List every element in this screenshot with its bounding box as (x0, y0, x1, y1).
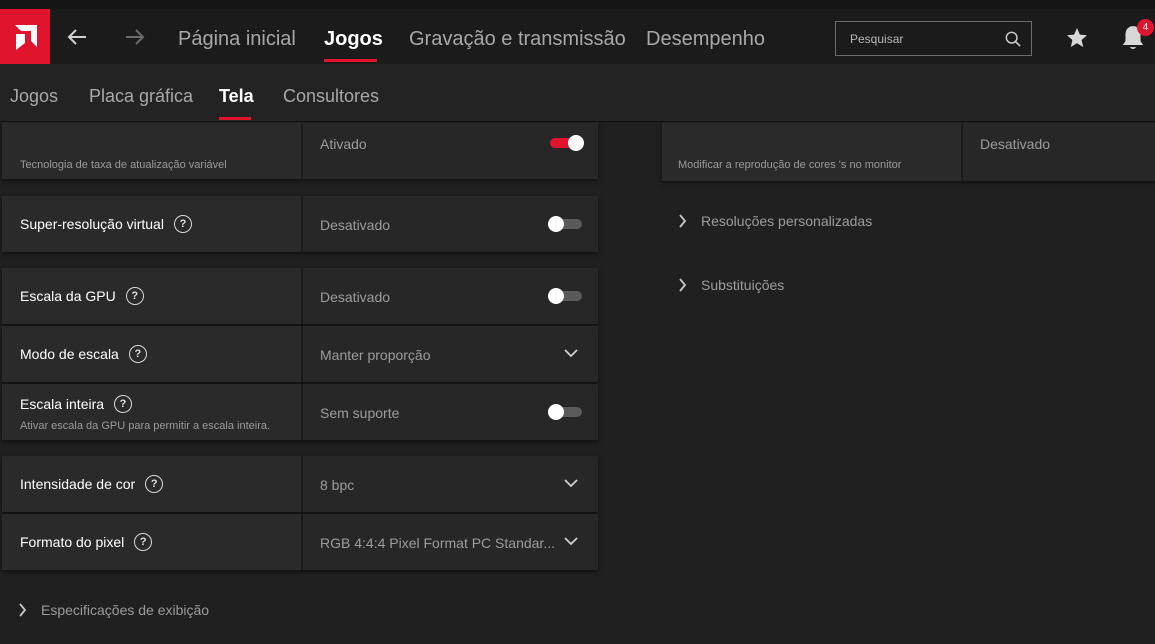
pixel-format-label: Formato do pixel (20, 534, 125, 550)
gpu-scaling-setting-row: Escala da GPU ? Desativado (2, 268, 598, 324)
chevron-right-icon (679, 214, 687, 228)
chevron-right-icon (19, 603, 27, 617)
color-depth-value: 8 bpc (320, 477, 355, 493)
arrow-left-icon (67, 29, 86, 45)
help-icon[interactable]: ? (173, 215, 192, 233)
gpu-scaling-value: Desativado (320, 289, 391, 305)
tab-recording-streaming[interactable]: Gravação e transmissão (409, 28, 626, 51)
freesync-setting-row: Tecnologia de taxa de atualização variáv… (2, 123, 598, 179)
arrow-right-icon (126, 29, 145, 45)
tab-performance[interactable]: Desempenho (646, 28, 765, 51)
search-icon[interactable] (1005, 30, 1021, 48)
pixel-format-setting-row: Formato do pixel ? RGB 4:4:4 Pixel Forma… (2, 514, 598, 570)
pixel-format-dropdown[interactable]: RGB 4:4:4 Pixel Format PC Standar... (303, 514, 598, 570)
freesync-value: Ativado (320, 136, 367, 152)
title-strip (0, 0, 1155, 9)
integer-scaling-value: Sem suporte (320, 405, 400, 421)
vsr-setting-row: Super-resolução virtual ? Desativado (2, 196, 598, 252)
color-depth-label: Intensidade de cor (20, 476, 136, 492)
display-specs-label: Especificações de exibição (41, 602, 210, 618)
chevron-down-icon (564, 537, 578, 546)
overrides-expander[interactable]: Substituições (678, 277, 784, 293)
scaling-mode-dropdown[interactable]: Manter proporção (303, 326, 598, 382)
scaling-mode-value: Manter proporção (320, 347, 431, 363)
subtab-games[interactable]: Jogos (10, 86, 58, 107)
display-settings-panel: Tecnologia de taxa de atualização variáv… (0, 123, 1155, 644)
chevron-down-icon (564, 349, 578, 358)
display-specs-expander[interactable]: Especificações de exibição (18, 602, 209, 618)
integer-scaling-description: Ativar escala da GPU para permitir a esc… (20, 420, 271, 432)
help-icon[interactable]: ? (145, 475, 164, 493)
help-icon[interactable]: ? (128, 345, 147, 363)
help-icon[interactable]: ? (114, 395, 133, 413)
gpu-scaling-toggle[interactable] (548, 288, 582, 304)
vsr-value: Desativado (320, 217, 391, 233)
back-button[interactable] (62, 22, 92, 52)
star-icon[interactable] (1064, 26, 1090, 50)
scaling-mode-label: Modo de escala (20, 346, 119, 362)
gpu-scaling-label: Escala da GPU (20, 288, 116, 304)
integer-scaling-label: Escala inteira (20, 396, 105, 412)
integer-scaling-setting-row: Escala inteira ? Ativar escala da GPU pa… (2, 384, 598, 440)
integer-scaling-toggle[interactable] (548, 404, 582, 420)
amd-logo[interactable] (0, 9, 50, 64)
pixel-format-value: RGB 4:4:4 Pixel Format PC Standar... (320, 535, 555, 551)
color-depth-setting-row: Intensidade de cor ? 8 bpc (2, 456, 598, 512)
notification-badge: 4 (1137, 19, 1154, 36)
vsr-toggle[interactable] (548, 216, 582, 232)
color-depth-dropdown[interactable]: 8 bpc (303, 456, 598, 512)
freesync-toggle[interactable] (550, 135, 584, 151)
custom-resolutions-expander[interactable]: Resoluções personalizadas (678, 213, 872, 229)
chevron-down-icon (564, 479, 578, 488)
subtab-advisors[interactable]: Consultores (283, 86, 379, 107)
search-box (835, 21, 1032, 56)
help-icon[interactable]: ? (125, 287, 144, 305)
subtab-graphics-card[interactable]: Placa gráfica (89, 86, 193, 107)
color-override-value: Desativado (980, 136, 1051, 152)
overrides-label: Substituições (701, 277, 785, 293)
scaling-mode-setting-row: Modo de escala ? Manter proporção (2, 326, 598, 382)
active-tab-indicator (324, 59, 377, 62)
amd-logo-icon (15, 24, 37, 50)
search-input[interactable] (850, 31, 1005, 46)
color-override-description: Modificar a reprodução de cores 's no mo… (678, 159, 902, 171)
color-override-setting-row: Modificar a reprodução de cores 's no mo… (662, 123, 1155, 181)
freesync-description: Tecnologia de taxa de atualização variáv… (20, 159, 227, 171)
vsr-label: Super-resolução virtual (20, 216, 164, 232)
tab-games[interactable]: Jogos (324, 28, 383, 51)
active-subtab-indicator (219, 117, 251, 120)
custom-resolutions-label: Resoluções personalizadas (701, 213, 873, 229)
forward-button[interactable] (120, 22, 150, 52)
subtab-display[interactable]: Tela (219, 86, 254, 107)
help-icon[interactable]: ? (134, 533, 153, 551)
chevron-right-icon (679, 278, 687, 292)
tab-home[interactable]: Página inicial (178, 28, 296, 51)
